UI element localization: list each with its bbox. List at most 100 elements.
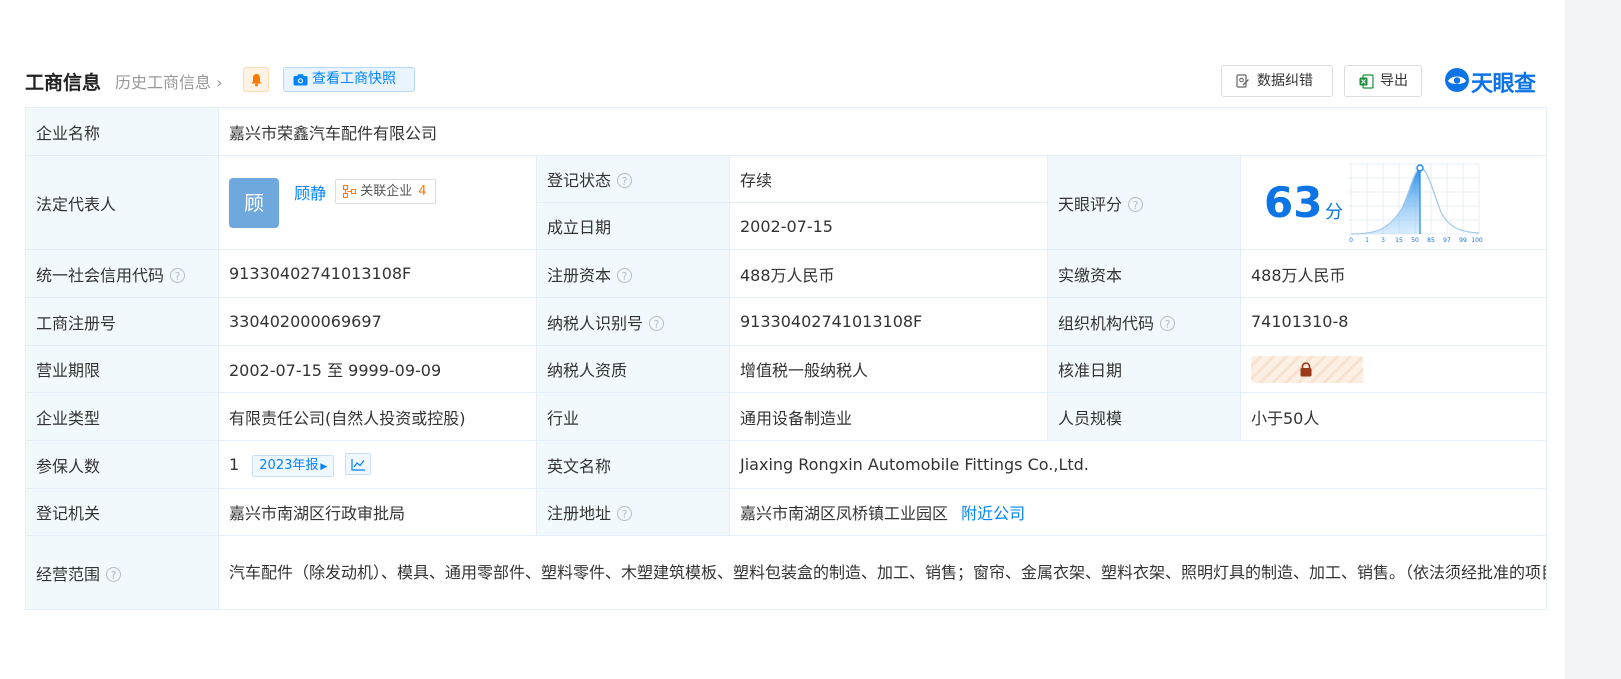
org-code-value: 74101310-8 [1239,297,1548,346]
help-icon[interactable]: ? [1128,196,1144,212]
snapshot-button[interactable]: 查看工商快照 [283,67,415,92]
score-unit: 分 [1325,202,1343,223]
reg-number-value: 330402000069697 [218,297,537,346]
section-title: 工商信息 [25,72,102,94]
tick-label: 1 [1365,237,1369,244]
score-label: 天眼评分 [1058,194,1123,214]
staff-size-label: 人员规模 [1047,392,1241,441]
history-link-label: 历史工商信息 [115,73,212,92]
lock-icon [1300,361,1312,376]
logo-text: 天眼查 [1471,72,1536,97]
taxpayer-qual-value: 增值税一般纳税人 [729,345,1048,393]
taxpayer-id-label-cell: 纳税人识别号? [536,297,730,346]
data-correction-button[interactable]: 数据纠错 [1221,65,1333,97]
authority-label: 登记机关 [25,488,219,536]
excel-icon [1359,74,1374,89]
scope-label-cell: 经营范围? [25,535,219,610]
company-type-label: 企业类型 [25,392,219,441]
table-row: 参保人数 1 2023年报 ▶ 英文名称 Jiaxing Rongxin Auto… [25,440,1548,489]
address-label-cell: 注册地址? [536,488,730,536]
score-cell[interactable]: 63 分 0 1 3 15 50 85 97 99 100 [1239,155,1548,250]
help-icon[interactable]: ? [617,173,633,188]
reg-status-label-cell: 登记状态? [536,155,730,203]
export-button[interactable]: 导出 [1344,65,1422,97]
staff-size-value: 小于50人 [1239,392,1548,441]
taxpayer-qual-label: 纳税人资质 [536,345,730,393]
credit-code-label: 统一社会信用代码 [36,265,165,285]
company-name-label: 企业名称 [25,107,219,156]
reg-capital-value: 488万人民币 [729,249,1048,298]
tick-label: 50 [1411,237,1419,244]
org-code-label: 组织机构代码 [1058,313,1155,333]
credit-code-value: 91330402741013108F [218,249,537,298]
insured-cell: 1 2023年报 ▶ [218,440,537,489]
established-value: 2002-07-15 [729,202,1048,250]
camera-icon [293,74,308,86]
paid-capital-value: 488万人民币 [1239,249,1548,298]
table-row: 统一社会信用代码? 91330402741013108F 注册资本? 488万人… [25,249,1548,298]
scope-label: 经营范围 [36,564,101,584]
insured-value: 1 [229,454,240,474]
score-marker-dot [1416,164,1424,172]
address-value: 嘉兴市南湖区凤桥镇工业园区 [740,504,949,523]
export-label: 导出 [1380,73,1408,89]
help-icon[interactable]: ? [617,506,633,521]
taxpayer-id-label: 纳税人识别号 [547,313,644,333]
vip-locked-field[interactable] [1251,355,1363,383]
org-code-label-cell: 组织机构代码? [1047,297,1241,346]
approval-date-cell [1239,345,1548,393]
network-icon [343,185,357,198]
trend-chart-button[interactable] [345,452,372,475]
help-icon[interactable]: ? [106,566,122,582]
related-companies-tag[interactable]: 关联企业 4 [335,179,436,204]
company-type-value: 有限责任公司(自然人投资或控股) [218,392,537,441]
reg-number-label: 工商注册号 [25,297,219,346]
legal-rep-name-link[interactable]: 顾静 [294,180,326,204]
help-icon[interactable]: ? [1160,315,1176,331]
help-icon[interactable]: ? [617,267,633,283]
caret-right-icon: ▶ [320,461,328,472]
address-label: 注册地址 [547,504,612,523]
reg-capital-label: 注册资本 [547,265,612,285]
eye-logo-icon [1445,68,1469,92]
tick-label: 15 [1395,237,1403,244]
table-row: 经营范围? 汽车配件（除发动机）、模具、通用零部件、塑料零件、木塑建筑模板、塑料… [25,535,1548,610]
table-row: 企业名称 嘉兴市荣鑫汽车配件有限公司 [25,107,1548,156]
reg-status-label: 登记状态 [547,171,612,190]
paid-capital-label: 实缴资本 [1047,249,1241,298]
industry-label: 行业 [536,392,730,441]
nearby-companies-link[interactable]: 附近公司 [961,504,1025,523]
score-distribution-chart: 0 1 3 15 50 85 97 99 100 [1349,163,1483,244]
score-label-cell: 天眼评分? [1047,155,1241,250]
avatar[interactable]: 顾 [229,177,279,228]
data-correction-label: 数据纠错 [1257,73,1313,89]
help-icon[interactable]: ? [649,315,665,331]
table-row: 登记机关 嘉兴市南湖区行政审批局 注册地址? 嘉兴市南湖区凤桥镇工业园区 附近公… [25,488,1548,536]
term-label: 营业期限 [25,345,219,393]
score-value: 63 [1264,178,1323,227]
english-name-value: Jiaxing Rongxin Automobile Fittings Co.,… [728,440,1548,489]
table-row: 企业类型 有限责任公司(自然人投资或控股) 行业 通用设备制造业 人员规模 小于… [25,392,1548,441]
annual-report-label: 2023年报 [259,457,319,473]
scope-value: 汽车配件（除发动机）、模具、通用零部件、塑料零件、木塑建筑模板、塑料包装盒的制造… [217,535,1548,610]
credit-code-label-cell: 统一社会信用代码? [25,249,219,298]
table-row: 法定代表人 顾 顾静 关联企业 4 登记状态? 存续 天眼评分? 63 分 0 … [25,155,1548,250]
reg-capital-label-cell: 注册资本? [536,249,730,298]
snapshot-label: 查看工商快照 [312,71,396,87]
authority-value: 嘉兴市南湖区行政审批局 [218,488,537,536]
annual-report-badge[interactable]: 2023年报 ▶ [252,454,335,477]
tick-label: 100 [1471,237,1483,244]
term-value: 2002-07-15 至 9999-09-09 [218,345,537,393]
help-icon[interactable]: ? [170,267,186,283]
legal-rep-label: 法定代表人 [25,155,219,250]
monitor-bell-button[interactable] [243,67,269,92]
tick-label: 97 [1443,237,1451,244]
established-label: 成立日期 [536,202,730,250]
address-cell: 嘉兴市南湖区凤桥镇工业园区 附近公司 [728,488,1548,536]
bell-icon [251,74,262,87]
related-companies-count: 4 [418,184,427,199]
table-row: 工商注册号 330402000069697 纳税人识别号? 9133040274… [25,297,1548,346]
history-link[interactable]: 历史工商信息 › [115,69,223,93]
tick-label: 85 [1427,237,1435,244]
english-name-label: 英文名称 [536,440,730,489]
